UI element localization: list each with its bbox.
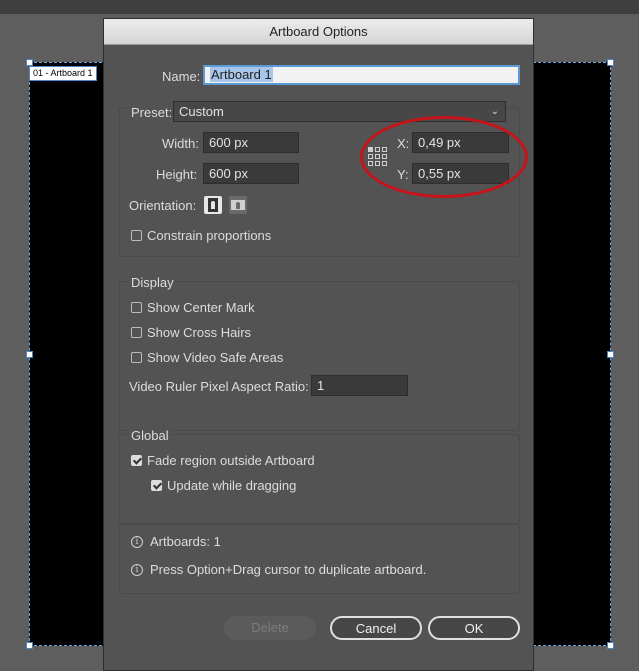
height-value: 600 px [209,166,249,181]
dialog-title: Artboard Options [104,19,533,45]
x-value: 0,49 px [418,135,461,150]
ref-point-top-left[interactable] [368,147,373,152]
artboard-handle-top-left[interactable] [26,59,33,66]
constrain-proportions-label: Constrain proportions [147,228,272,243]
show-cross-hairs-checkbox[interactable] [131,327,142,338]
update-while-dragging-label: Update while dragging [167,478,297,493]
show-center-mark-label: Show Center Mark [147,300,255,315]
landscape-orientation-button[interactable] [229,196,247,214]
portrait-orientation-button[interactable] [204,196,222,214]
orientation-label: Orientation: [129,198,197,213]
cancel-button[interactable]: Cancel [330,616,422,640]
height-label: Height: [156,167,198,182]
global-title: Global [129,428,171,443]
chevron-down-icon: ⌄ [490,106,499,117]
display-title: Display [129,275,176,290]
ref-point-top-right[interactable] [382,147,387,152]
y-field[interactable]: 0,55 px [412,163,509,184]
artboards-count: Artboards: 1 [150,534,221,549]
y-value: 0,55 px [418,166,461,181]
ref-point-top-center[interactable] [375,147,380,152]
artboard-handle-mid-right[interactable] [607,351,614,358]
landscape-figure [236,202,240,209]
name-field[interactable]: Artboard 1 [203,65,520,85]
artboard-handle-bottom-left[interactable] [26,642,33,649]
update-while-dragging-checkbox[interactable] [151,480,162,491]
artboard-options-dialog: Artboard Options Name: Artboard 1 Preset… [103,18,534,671]
show-center-mark-checkbox[interactable] [131,302,142,313]
video-ruler-ratio-label: Video Ruler Pixel Aspect Ratio: [129,379,309,394]
width-value: 600 px [209,135,249,150]
y-label: Y: [397,167,409,182]
info-icon: i [131,564,143,576]
info-icon: i [131,536,143,548]
preset-value: Custom [179,104,224,119]
show-video-safe-areas-label: Show Video Safe Areas [147,350,284,365]
delete-button[interactable]: Delete [224,616,316,640]
artboard-label[interactable]: 01 - Artboard 1 [29,66,97,81]
artboard-handle-mid-left[interactable] [26,351,33,358]
ok-button[interactable]: OK [428,616,520,640]
ref-point-bottom-center[interactable] [375,161,380,166]
preset-select[interactable]: Custom ⌄ [173,101,506,122]
portrait-figure [211,201,215,209]
x-field[interactable]: 0,49 px [412,132,509,153]
ref-point-mid-right[interactable] [382,154,387,159]
x-label: X: [397,136,410,151]
name-value: Artboard 1 [210,67,273,82]
ref-point-bottom-right[interactable] [382,161,387,166]
ref-point-center[interactable] [375,154,380,159]
preset-label: Preset: [129,105,175,120]
constrain-proportions-checkbox[interactable] [131,230,142,241]
show-video-safe-areas-checkbox[interactable] [131,352,142,363]
artboard-handle-top-right[interactable] [607,59,614,66]
video-ruler-ratio-field[interactable]: 1 [311,375,408,396]
fade-region-label: Fade region outside Artboard [147,453,315,468]
artboard-handle-bottom-right[interactable] [607,642,614,649]
width-label: Width: [162,136,199,151]
duplicate-tip: Press Option+Drag cursor to duplicate ar… [150,562,427,577]
width-field[interactable]: 600 px [203,132,299,153]
ref-point-bottom-left[interactable] [368,161,373,166]
height-field[interactable]: 600 px [203,163,299,184]
fade-region-checkbox[interactable] [131,455,142,466]
video-ruler-ratio-value: 1 [317,378,325,393]
show-cross-hairs-label: Show Cross Hairs [147,325,252,340]
app-top-bar [0,0,639,14]
reference-point-grid-icon[interactable] [368,147,388,167]
ref-point-mid-left[interactable] [368,154,373,159]
name-label: Name: [162,69,201,84]
